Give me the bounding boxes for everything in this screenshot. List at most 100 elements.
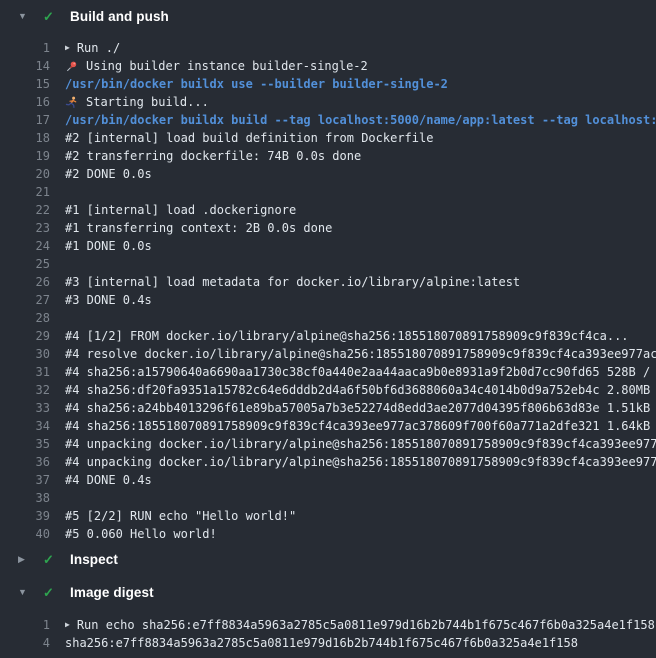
line-number: 15	[0, 77, 50, 91]
log-line[interactable]: 18 #2 [internal] load build definition f…	[0, 129, 656, 147]
log-line[interactable]: 22 #1 [internal] load .dockerignore	[0, 201, 656, 219]
log-line[interactable]: 28	[0, 309, 656, 327]
line-text: #2 transferring dockerfile: 74B 0.0s don…	[65, 149, 361, 163]
line-text: #3 [internal] load metadata for docker.i…	[65, 275, 520, 289]
line-text: Run echo sha256:e7ff8834a5963a2785c5a081…	[77, 618, 655, 632]
section-header[interactable]: ▼ ✓ Image digest	[0, 576, 656, 609]
log-line[interactable]: 19 #2 transferring dockerfile: 74B 0.0s …	[0, 147, 656, 165]
workflow-log: ▼ ✓ Build and push 1 ▶Run ./ 14 Using bu…	[0, 0, 656, 658]
line-number: 22	[0, 203, 50, 217]
line-text: #2 DONE 0.0s	[65, 167, 152, 181]
line-number: 25	[0, 257, 50, 271]
line-number: 26	[0, 275, 50, 289]
expander-icon[interactable]: ▼	[18, 12, 30, 21]
line-number: 33	[0, 401, 50, 415]
log-section: ▼ ✓ Build and push 1 ▶ Run ./ 14 Using bu…	[0, 0, 656, 543]
line-number: 21	[0, 185, 50, 199]
line-text: #4 sha256:185518070891758909c9f839cf4ca3…	[65, 419, 656, 433]
pushpin-icon	[65, 60, 78, 73]
expand-run-icon[interactable]: ▶	[65, 44, 70, 52]
log-line[interactable]: 16 Starting build...	[0, 93, 656, 111]
line-text: #4 DONE 0.4s	[65, 473, 152, 487]
success-check-icon: ✓	[43, 10, 58, 23]
expander-icon[interactable]: ▼	[18, 588, 30, 597]
line-number: 31	[0, 365, 50, 379]
section-title: Image digest	[70, 585, 154, 600]
log-line[interactable]: 27 #3 DONE 0.4s	[0, 291, 656, 309]
line-text: #5 0.060 Hello world!	[65, 527, 217, 541]
line-text: /usr/bin/docker buildx use --builder bui…	[65, 77, 448, 91]
line-text: #4 sha256:df20fa9351a15782c64e6dddb2d4a6…	[65, 383, 656, 397]
line-number: 14	[0, 59, 50, 73]
line-text: #5 [2/2] RUN echo "Hello world!"	[65, 509, 296, 523]
section-log-body: 1 ▶ Run ./ 14 Using builder instance buil…	[0, 33, 656, 543]
line-number: 29	[0, 329, 50, 343]
log-line[interactable]: 30 #4 resolve docker.io/library/alpine@s…	[0, 345, 656, 363]
line-text: #4 [1/2] FROM docker.io/library/alpine@s…	[65, 329, 629, 343]
log-line[interactable]: 23 #1 transferring context: 2B 0.0s done	[0, 219, 656, 237]
log-line[interactable]: 14 Using builder instance builder-single…	[0, 57, 656, 75]
log-line[interactable]: 20 #2 DONE 0.0s	[0, 165, 656, 183]
section-title: Build and push	[70, 9, 169, 24]
line-number: 39	[0, 509, 50, 523]
runner-icon	[65, 96, 78, 109]
log-line[interactable]: 34 #4 sha256:185518070891758909c9f839cf4…	[0, 417, 656, 435]
line-text: #4 sha256:a24bb4013296f61e89ba57005a7b3e…	[65, 401, 656, 415]
line-text: #3 DONE 0.4s	[65, 293, 152, 307]
line-number: 37	[0, 473, 50, 487]
log-line[interactable]: 1 ▶ Run echo sha256:e7ff8834a5963a2785c5a…	[0, 616, 656, 634]
line-number: 30	[0, 347, 50, 361]
line-number: 16	[0, 95, 50, 109]
line-number: 4	[0, 636, 50, 650]
log-line[interactable]: 39 #5 [2/2] RUN echo "Hello world!"	[0, 507, 656, 525]
line-text: Using builder instance builder-single-2	[86, 59, 368, 73]
line-number: 24	[0, 239, 50, 253]
log-line[interactable]: 21	[0, 183, 656, 201]
log-line[interactable]: 32 #4 sha256:df20fa9351a15782c64e6dddb2d…	[0, 381, 656, 399]
log-line[interactable]: 29 #4 [1/2] FROM docker.io/library/alpin…	[0, 327, 656, 345]
line-number: 17	[0, 113, 50, 127]
log-line[interactable]: 25	[0, 255, 656, 273]
line-number: 38	[0, 491, 50, 505]
line-text: #4 resolve docker.io/library/alpine@sha2…	[65, 347, 656, 361]
log-section: ▶ ✓ Inspect	[0, 543, 656, 576]
expand-run-icon[interactable]: ▶	[65, 621, 70, 629]
line-number: 28	[0, 311, 50, 325]
success-check-icon: ✓	[43, 553, 58, 566]
log-line[interactable]: 36 #4 unpacking docker.io/library/alpine…	[0, 453, 656, 471]
log-line[interactable]: 24 #1 DONE 0.0s	[0, 237, 656, 255]
expander-icon[interactable]: ▶	[18, 555, 30, 564]
line-text: #4 unpacking docker.io/library/alpine@sh…	[65, 455, 656, 469]
log-line[interactable]: 33 #4 sha256:a24bb4013296f61e89ba57005a7…	[0, 399, 656, 417]
log-line[interactable]: 15 /usr/bin/docker buildx use --builder …	[0, 75, 656, 93]
line-number: 23	[0, 221, 50, 235]
log-line[interactable]: 26 #3 [internal] load metadata for docke…	[0, 273, 656, 291]
line-number: 20	[0, 167, 50, 181]
line-number: 34	[0, 419, 50, 433]
success-check-icon: ✓	[43, 586, 58, 599]
line-number: 1	[0, 41, 50, 55]
line-text: #4 sha256:a15790640a6690aa1730c38cf0a440…	[65, 365, 656, 379]
line-number: 1	[0, 618, 50, 632]
line-number: 27	[0, 293, 50, 307]
log-line[interactable]: 17 /usr/bin/docker buildx build --tag lo…	[0, 111, 656, 129]
log-line[interactable]: 40 #5 0.060 Hello world!	[0, 525, 656, 543]
line-text: /usr/bin/docker buildx build --tag local…	[65, 113, 656, 127]
line-text: #1 transferring context: 2B 0.0s done	[65, 221, 332, 235]
line-number: 40	[0, 527, 50, 541]
log-line[interactable]: 35 #4 unpacking docker.io/library/alpine…	[0, 435, 656, 453]
line-number: 35	[0, 437, 50, 451]
log-line[interactable]: 38	[0, 489, 656, 507]
log-line[interactable]: 31 #4 sha256:a15790640a6690aa1730c38cf0a…	[0, 363, 656, 381]
section-header[interactable]: ▶ ✓ Inspect	[0, 543, 656, 576]
line-number: 18	[0, 131, 50, 145]
section-header[interactable]: ▼ ✓ Build and push	[0, 0, 656, 33]
log-line[interactable]: 37 #4 DONE 0.4s	[0, 471, 656, 489]
line-number: 36	[0, 455, 50, 469]
line-text: Run ./	[77, 41, 120, 55]
line-number: 19	[0, 149, 50, 163]
log-line[interactable]: 4 sha256:e7ff8834a5963a2785c5a0811e979d1…	[0, 634, 656, 652]
log-line[interactable]: 1 ▶ Run ./	[0, 39, 656, 57]
line-text: #1 DONE 0.0s	[65, 239, 152, 253]
line-number: 32	[0, 383, 50, 397]
